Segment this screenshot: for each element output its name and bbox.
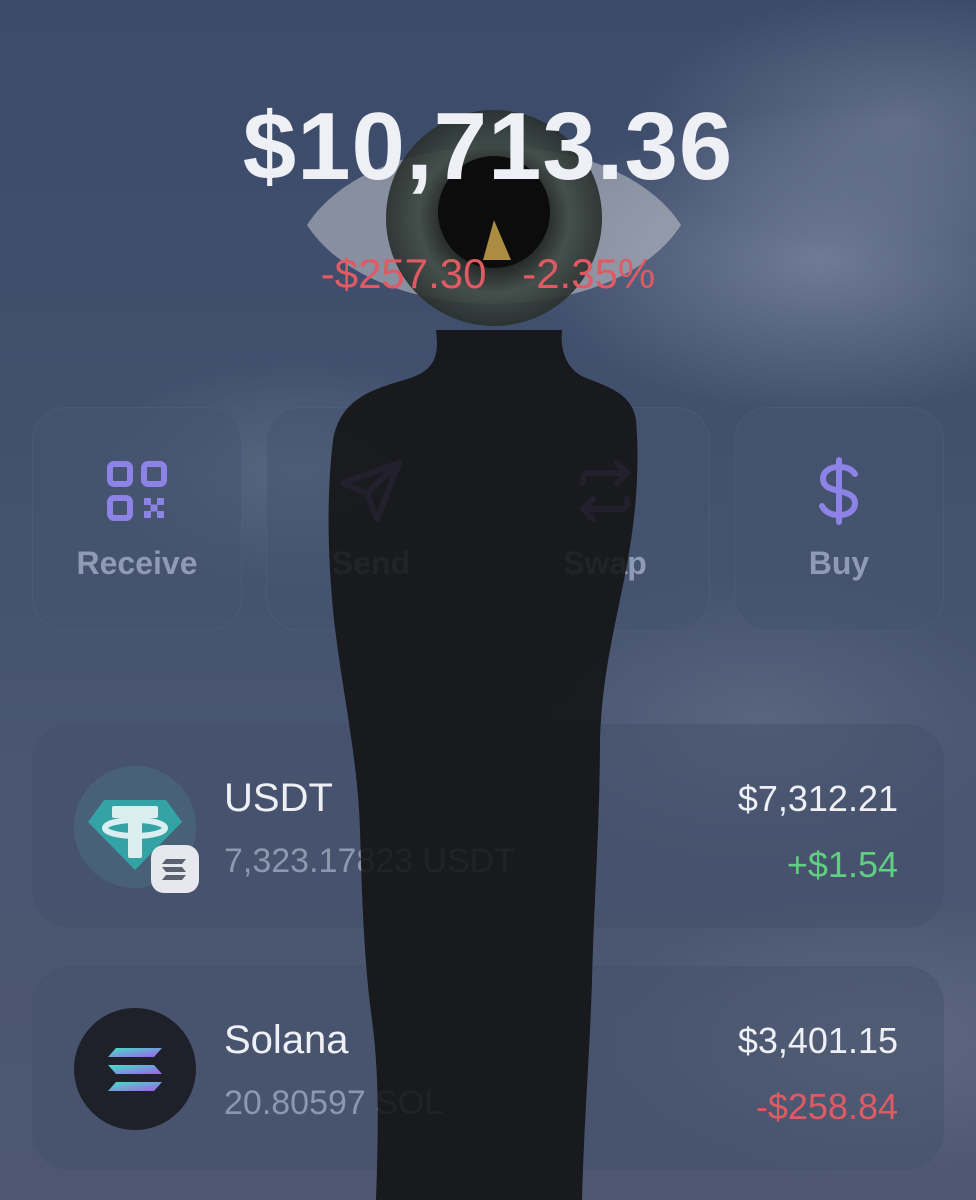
solana-chain-badge-icon xyxy=(151,845,199,893)
portfolio-change: -$257.30 -2.35% xyxy=(0,250,976,298)
token-amount: 20.80597 SOL xyxy=(224,1084,444,1122)
token-value: $7,312.21 xyxy=(737,778,898,819)
qr-code-icon xyxy=(32,457,242,525)
swap-arrows-icon xyxy=(500,457,710,525)
solana-logo-icon xyxy=(74,1008,196,1130)
token-row-usdt[interactable]: USDT 7,323.17823 USDT $7,312.21 +$1.54 xyxy=(32,724,944,928)
send-button[interactable]: Send xyxy=(266,407,476,631)
token-name: USDT xyxy=(224,776,333,820)
send-arrow-icon xyxy=(266,457,476,525)
send-label: Send xyxy=(331,545,411,581)
portfolio-balance: $10,713.36 xyxy=(242,93,734,200)
action-bar: Receive Send Swap Buy xyxy=(32,407,944,631)
buy-label: Buy xyxy=(808,545,870,581)
token-row-solana[interactable]: Solana 20.80597 SOL $3,401.15 -$258.84 xyxy=(32,966,944,1170)
token-name: Solana xyxy=(224,1018,349,1062)
buy-button[interactable]: Buy xyxy=(734,407,944,631)
swap-label: Swap xyxy=(563,545,647,581)
token-pnl: -$258.84 xyxy=(755,1086,898,1127)
change-amount: -$257.30 xyxy=(320,250,487,297)
dollar-icon xyxy=(734,457,944,525)
token-pnl: +$1.54 xyxy=(786,844,898,885)
swap-button[interactable]: Swap xyxy=(500,407,710,631)
receive-label: Receive xyxy=(76,545,198,581)
change-percent: -2.35% xyxy=(522,250,656,297)
token-amount: 7,323.17823 USDT xyxy=(224,842,516,880)
token-value: $3,401.15 xyxy=(737,1020,898,1061)
receive-button[interactable]: Receive xyxy=(32,407,242,631)
